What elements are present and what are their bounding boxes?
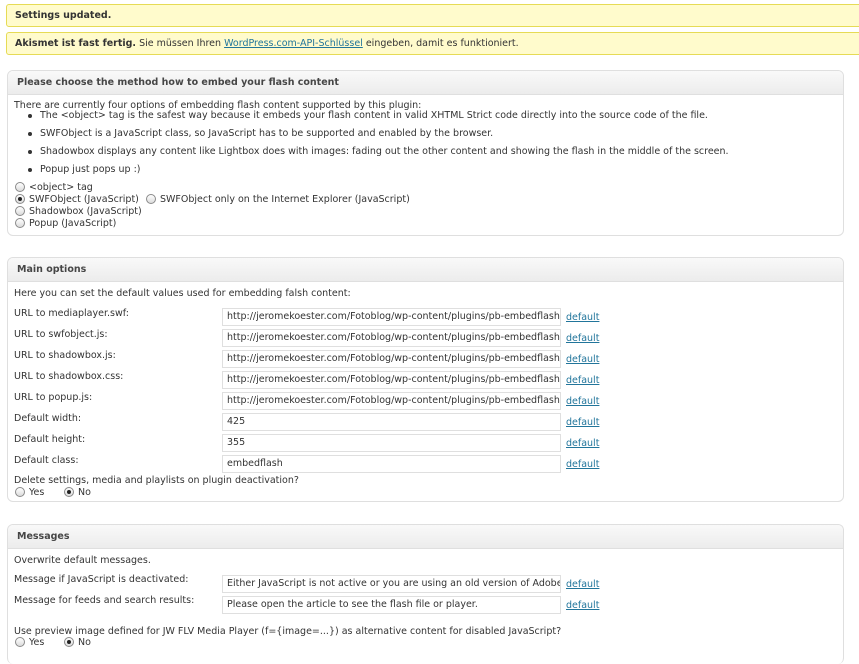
radio-label: <object> tag: [29, 182, 93, 193]
mediaplayer-url-input[interactable]: http://jeromekoester.com/Fotoblog/wp-con…: [222, 308, 561, 326]
default-link[interactable]: default: [566, 375, 599, 386]
default-link[interactable]: default: [566, 417, 599, 428]
default-link[interactable]: default: [566, 459, 599, 470]
radio-label: Yes: [29, 637, 45, 648]
list-item: Shadowbox displays any content like Ligh…: [16, 145, 729, 163]
akismet-bold-text: Akismet ist fast fertig.: [15, 38, 137, 49]
checkbox-swfobject-ie-only[interactable]: SWFObject only on the Internet Explorer …: [146, 194, 410, 206]
field-label: Default width:: [14, 413, 82, 424]
delete-question: Delete settings, media and playlists on …: [14, 475, 299, 486]
radio-circle: [15, 218, 25, 228]
default-link[interactable]: default: [566, 600, 599, 611]
settings-updated-notice: Settings updated.: [6, 4, 859, 27]
radio-shadowbox[interactable]: Shadowbox (JavaScript): [15, 206, 142, 218]
settings-updated-text: Settings updated.: [15, 10, 112, 21]
messages-title: Messages: [8, 525, 843, 549]
messages-intro: Overwrite default messages.: [14, 555, 151, 566]
swfobject-url-input[interactable]: http://jeromekoester.com/Fotoblog/wp-con…: [222, 329, 561, 347]
default-link[interactable]: default: [566, 354, 599, 365]
default-class-input[interactable]: embedflash: [222, 455, 561, 473]
radio-label: SWFObject (JavaScript): [29, 194, 139, 205]
radio-delete-no[interactable]: No: [64, 487, 91, 499]
default-height-input[interactable]: 355: [222, 434, 561, 452]
field-label: Message for feeds and search results:: [14, 595, 195, 606]
list-item: SWFObject is a JavaScript class, so Java…: [16, 127, 729, 145]
shadowbox-js-url-input[interactable]: http://jeromekoester.com/Fotoblog/wp-con…: [222, 350, 561, 368]
radio-label: No: [78, 487, 91, 498]
default-link[interactable]: default: [566, 333, 599, 344]
radio-object-tag[interactable]: <object> tag: [15, 182, 93, 194]
list-item: The <object> tag is the safest way becau…: [16, 109, 729, 127]
default-width-input[interactable]: 425: [222, 413, 561, 431]
radio-circle: [15, 637, 25, 647]
radio-circle: [15, 194, 25, 204]
radio-circle: [64, 637, 74, 647]
radio-circle: [64, 487, 74, 497]
field-label: Message if JavaScript is deactivated:: [14, 574, 189, 585]
feeds-message-input[interactable]: Please open the article to see the flash…: [222, 596, 561, 614]
field-label: URL to popup.js:: [14, 392, 93, 403]
default-link[interactable]: default: [566, 312, 599, 323]
radio-preview-no[interactable]: No: [64, 637, 91, 649]
main-options-box: Main options Here you can set the defaul…: [7, 257, 844, 502]
field-label: Default height:: [14, 434, 86, 445]
radio-label: SWFObject only on the Internet Explorer …: [160, 194, 410, 205]
radio-label: Yes: [29, 487, 45, 498]
list-item: Popup just pops up :): [16, 163, 729, 181]
akismet-notice: Akismet ist fast fertig. Sie müssen Ihre…: [6, 32, 859, 55]
main-options-intro: Here you can set the default values used…: [14, 288, 351, 299]
radio-label: Shadowbox (JavaScript): [29, 206, 142, 217]
embed-method-title: Please choose the method how to embed yo…: [8, 71, 843, 95]
akismet-text-before: Sie müssen Ihren: [136, 38, 225, 49]
default-link[interactable]: default: [566, 579, 599, 590]
shadowbox-css-url-input[interactable]: http://jeromekoester.com/Fotoblog/wp-con…: [222, 371, 561, 389]
radio-circle: [15, 487, 25, 497]
radio-preview-yes[interactable]: Yes: [15, 637, 44, 649]
radio-label: Popup (JavaScript): [29, 218, 117, 229]
radio-popup[interactable]: Popup (JavaScript): [15, 218, 116, 230]
radio-circle: [15, 206, 25, 216]
field-label: URL to mediaplayer.swf:: [14, 308, 129, 319]
radio-circle: [15, 182, 25, 192]
embed-method-box: Please choose the method how to embed yo…: [7, 70, 844, 236]
field-label: URL to shadowbox.css:: [14, 371, 124, 382]
default-link[interactable]: default: [566, 438, 599, 449]
field-label: Default class:: [14, 455, 79, 466]
js-deactivated-message-input[interactable]: Either JavaScript is not active or you a…: [222, 575, 561, 593]
preview-question: Use preview image defined for JW FLV Med…: [14, 626, 562, 637]
default-link[interactable]: default: [566, 396, 599, 407]
messages-box: Messages Overwrite default messages. Mes…: [7, 524, 844, 664]
field-label: URL to shadowbox.js:: [14, 350, 116, 361]
radio-circle: [146, 194, 156, 204]
popup-js-url-input[interactable]: http://jeromekoester.com/Fotoblog/wp-con…: [222, 392, 561, 410]
radio-label: No: [78, 637, 91, 648]
akismet-text-after: eingeben, damit es funktioniert.: [362, 38, 519, 49]
embed-options-list: The <object> tag is the safest way becau…: [16, 109, 729, 181]
radio-delete-yes[interactable]: Yes: [15, 487, 44, 499]
api-key-link[interactable]: WordPress.com-API-Schlüssel: [224, 38, 363, 49]
field-label: URL to swfobject.js:: [14, 329, 108, 340]
radio-swfobject[interactable]: SWFObject (JavaScript): [15, 194, 139, 206]
main-options-title: Main options: [8, 258, 843, 282]
